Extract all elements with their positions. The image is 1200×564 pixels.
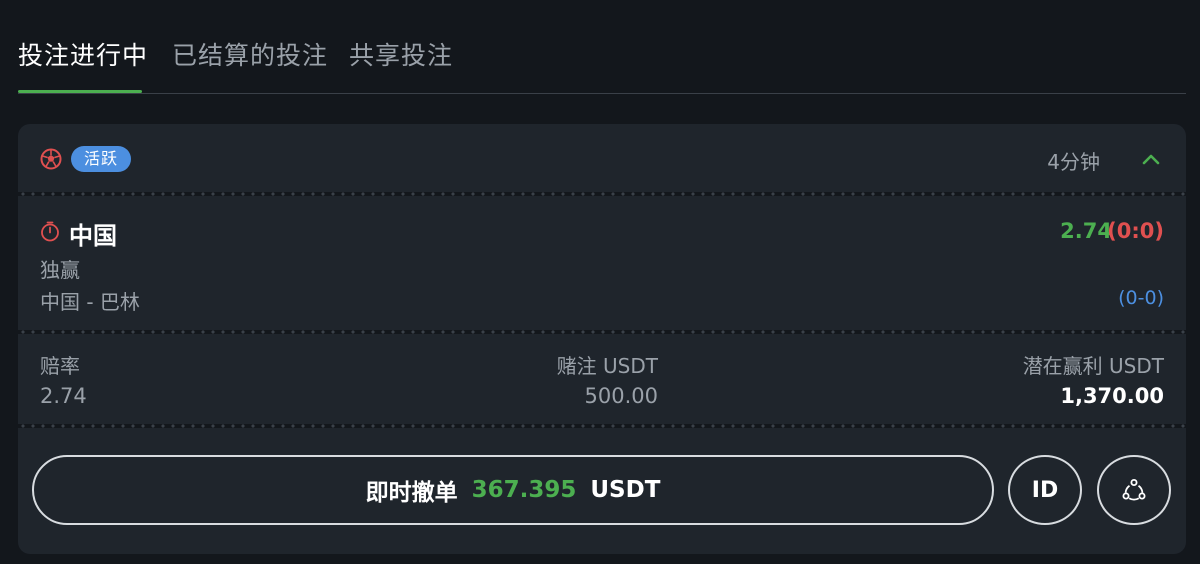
bet-id-button[interactable]: ID [1008, 455, 1082, 525]
live-score: (0:0) [1107, 219, 1164, 243]
elapsed-time: 4分钟 [1047, 150, 1100, 174]
bet-stats-card: 赔率 2.74 赌注 USDT 500.00 潜在赢利 USDT 1,370.0… [18, 334, 1186, 424]
cashout-amount: 367.395 [471, 477, 577, 503]
chevron-up-icon[interactable] [1140, 148, 1162, 170]
active-tab-indicator [18, 90, 142, 93]
odds-label: 赔率 [40, 354, 80, 378]
tab-active-bets[interactable]: 投注进行中 [18, 36, 148, 72]
match-name: 中国 - 巴林 [40, 290, 140, 314]
share-icon [1122, 479, 1146, 501]
bet-tabs: 投注进行中 已结算的投注 共享投注 [18, 0, 1186, 94]
cashout-label: 即时撤单 [365, 480, 458, 506]
potential-win-label: 潜在赢利 USDT [1022, 354, 1164, 378]
tab-settled-bets[interactable]: 已结算的投注 [172, 36, 328, 72]
bet-id-label: ID [1031, 477, 1059, 503]
bet-selection-card: 中国 2.74 (0:0) 独赢 中国 - 巴林 (0-0) [18, 196, 1186, 330]
soccer-ball-icon [40, 148, 62, 170]
bet-card-header: 活跃 4分钟 [18, 124, 1186, 192]
selection-name: 中国 [69, 222, 117, 250]
stake-value: 500.00 [584, 384, 658, 408]
stake-label: 赌注 USDT [556, 354, 658, 378]
cashout-button[interactable]: 即时撤单 367.395 USDT [32, 455, 994, 525]
share-button[interactable] [1097, 455, 1171, 525]
odds-value: 2.74 [40, 384, 87, 408]
market-name: 独赢 [40, 258, 80, 282]
status-badge: 活跃 [71, 146, 132, 172]
tab-shared-bets[interactable]: 共享投注 [349, 36, 453, 72]
cashout-currency: USDT [590, 477, 661, 503]
bet-actions-card: 即时撤单 367.395 USDT ID [18, 428, 1186, 554]
live-odds: 2.74 [1060, 219, 1112, 243]
match-score: (0-0) [1118, 287, 1164, 309]
stopwatch-icon [41, 221, 59, 242]
potential-win-value: 1,370.00 [1060, 384, 1164, 408]
